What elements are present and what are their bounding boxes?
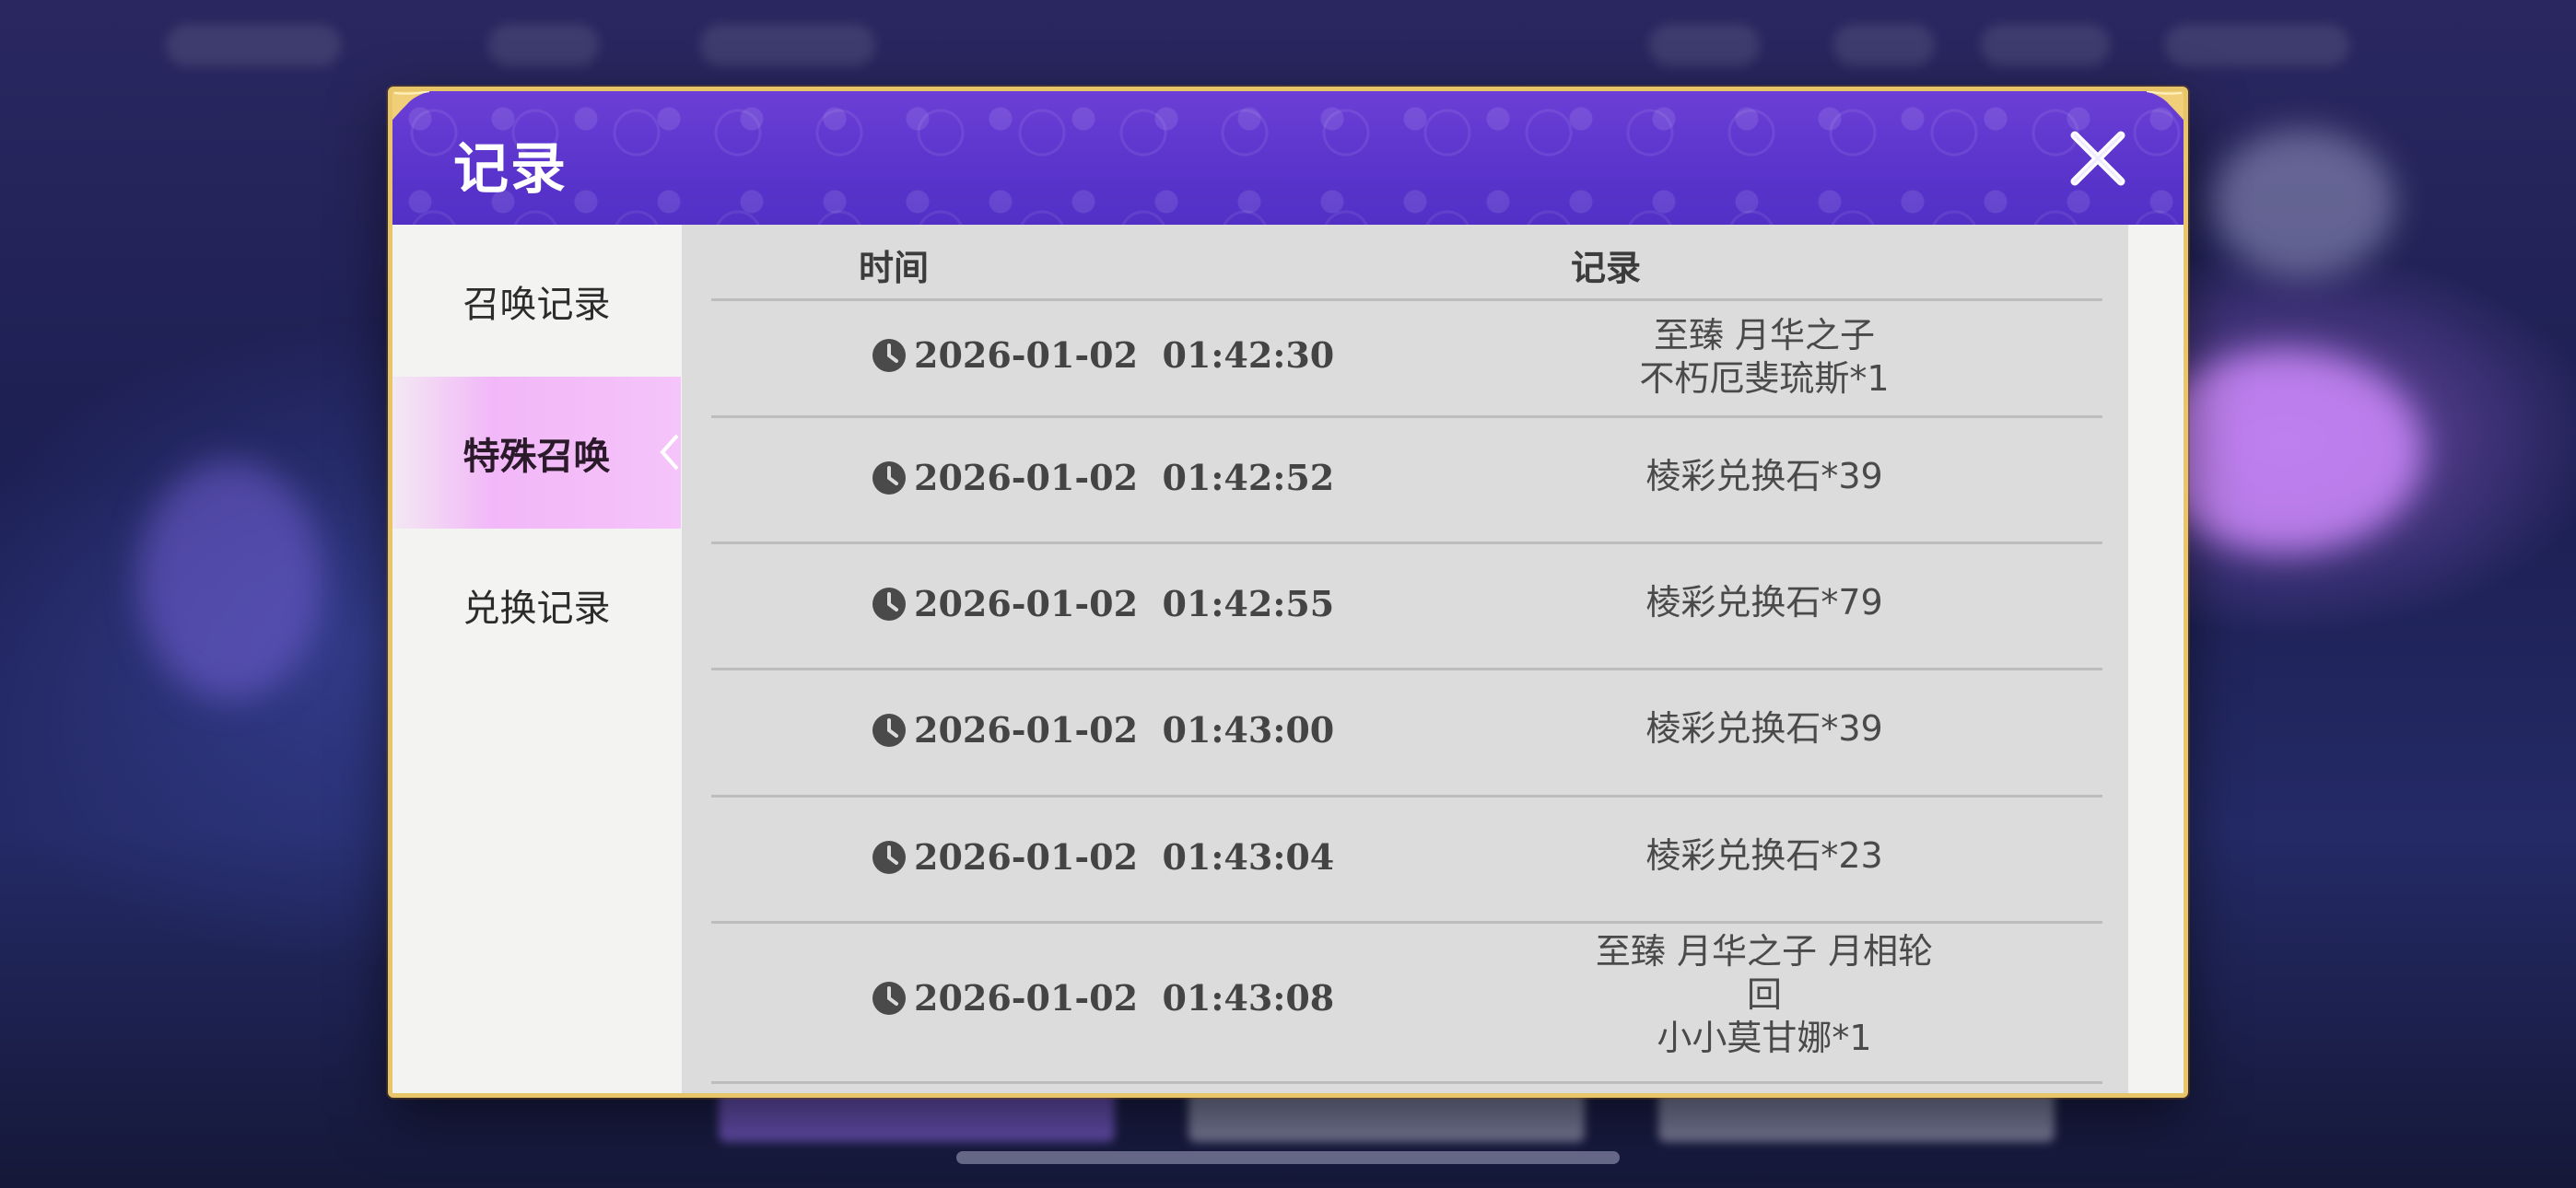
- clock-icon: [872, 713, 906, 747]
- time-text: 2026-01-02 01:42:55: [914, 583, 1335, 624]
- tab-special-summon[interactable]: 特殊召唤: [392, 377, 681, 529]
- table-row: 2026-01-02 01:43:04 棱彩兑换石*23: [682, 798, 2128, 921]
- time-cell: 2026-01-02 01:42:55: [872, 583, 1334, 624]
- background-glow: [138, 460, 322, 700]
- tab-label: 特殊召唤: [463, 435, 611, 478]
- clock-icon: [872, 840, 906, 874]
- background-glow: [2147, 350, 2423, 553]
- background-pill: [166, 24, 341, 66]
- column-header-time: 时间: [859, 248, 930, 288]
- tab-exchange-records[interactable]: 兑换记录: [392, 529, 681, 681]
- row-divider: [711, 1081, 2102, 1084]
- close-icon: [2070, 131, 2125, 186]
- record-cell: 棱彩兑换石*39: [1645, 456, 1883, 496]
- time-cell: 2026-01-02 01:42:30: [872, 334, 1334, 376]
- home-indicator[interactable]: [956, 1151, 1620, 1164]
- background-pill: [1649, 24, 1760, 66]
- record-cell: 棱彩兑换石*79: [1645, 582, 1883, 623]
- table-row: 2026-01-02 01:42:30 至臻 月华之子 不朽厄斐琉斯*1: [682, 301, 2128, 415]
- tab-summon-records[interactable]: 召唤记录: [392, 225, 681, 377]
- game-background: 记录 召唤记录 特殊召唤 兑换记录 时间 记录 2026-01-02 01:42…: [0, 0, 2576, 1188]
- table-header: 时间 记录: [682, 225, 2128, 300]
- time-cell: 2026-01-02 01:43:08: [872, 977, 1334, 1019]
- dialog-title: 记录: [453, 137, 568, 202]
- clock-icon: [872, 981, 906, 1015]
- record-cell: 至臻 月华之子 不朽厄斐琉斯*1: [1639, 315, 1890, 399]
- background-pill: [488, 24, 599, 66]
- record-sidebar: 召唤记录 特殊召唤 兑换记录: [392, 225, 681, 1093]
- time-text: 2026-01-02 01:42:30: [914, 334, 1335, 376]
- time-text: 2026-01-02 01:43:08: [914, 977, 1335, 1019]
- background-pill: [700, 24, 875, 66]
- active-tab-arrow-icon: [660, 434, 679, 471]
- record-cell: 棱彩兑换石*39: [1645, 708, 1883, 749]
- time-text: 2026-01-02 01:43:04: [914, 836, 1335, 878]
- record-table[interactable]: 时间 记录 2026-01-02 01:42:30 至臻 月华之子 不朽厄斐琉斯…: [682, 225, 2128, 1093]
- time-cell: 2026-01-02 01:42:52: [872, 457, 1334, 498]
- tab-label: 兑换记录: [463, 587, 611, 630]
- time-text: 2026-01-02 01:43:00: [914, 709, 1335, 751]
- background-pill: [1981, 24, 2110, 66]
- clock-icon: [872, 338, 906, 372]
- record-cell: 至臻 月华之子 月相轮 回 小小莫甘娜*1: [1595, 931, 1934, 1058]
- background-pill: [1833, 24, 1935, 66]
- record-cell: 棱彩兑换石*23: [1645, 835, 1883, 876]
- dialog-header: 记录: [392, 91, 2184, 225]
- background-top-bar: [0, 0, 2576, 92]
- close-button[interactable]: [2066, 126, 2130, 191]
- header-pattern: [392, 91, 2184, 225]
- background-glow: [2211, 129, 2395, 276]
- tab-label: 召唤记录: [463, 283, 611, 326]
- clock-icon: [872, 460, 906, 495]
- table-row: 2026-01-02 01:43:00 棱彩兑换石*39: [682, 670, 2128, 794]
- gold-corner-ornament: [392, 91, 430, 121]
- background-pill: [2165, 24, 2349, 66]
- table-row: 2026-01-02 01:42:52 棱彩兑换石*39: [682, 418, 2128, 542]
- time-cell: 2026-01-02 01:43:04: [872, 836, 1334, 878]
- column-header-record: 记录: [1571, 248, 1642, 288]
- time-text: 2026-01-02 01:42:52: [914, 457, 1335, 498]
- gold-corner-ornament: [2132, 91, 2184, 124]
- table-row: 2026-01-02 01:43:08 至臻 月华之子 月相轮 回 小小莫甘娜*…: [682, 924, 2128, 1080]
- record-dialog: 记录 召唤记录 特殊召唤 兑换记录 时间 记录 2026-01-02 01:42…: [388, 87, 2188, 1098]
- table-row: 2026-01-02 01:42:55 棱彩兑换石*79: [682, 544, 2128, 668]
- time-cell: 2026-01-02 01:43:00: [872, 709, 1334, 751]
- clock-icon: [872, 587, 906, 621]
